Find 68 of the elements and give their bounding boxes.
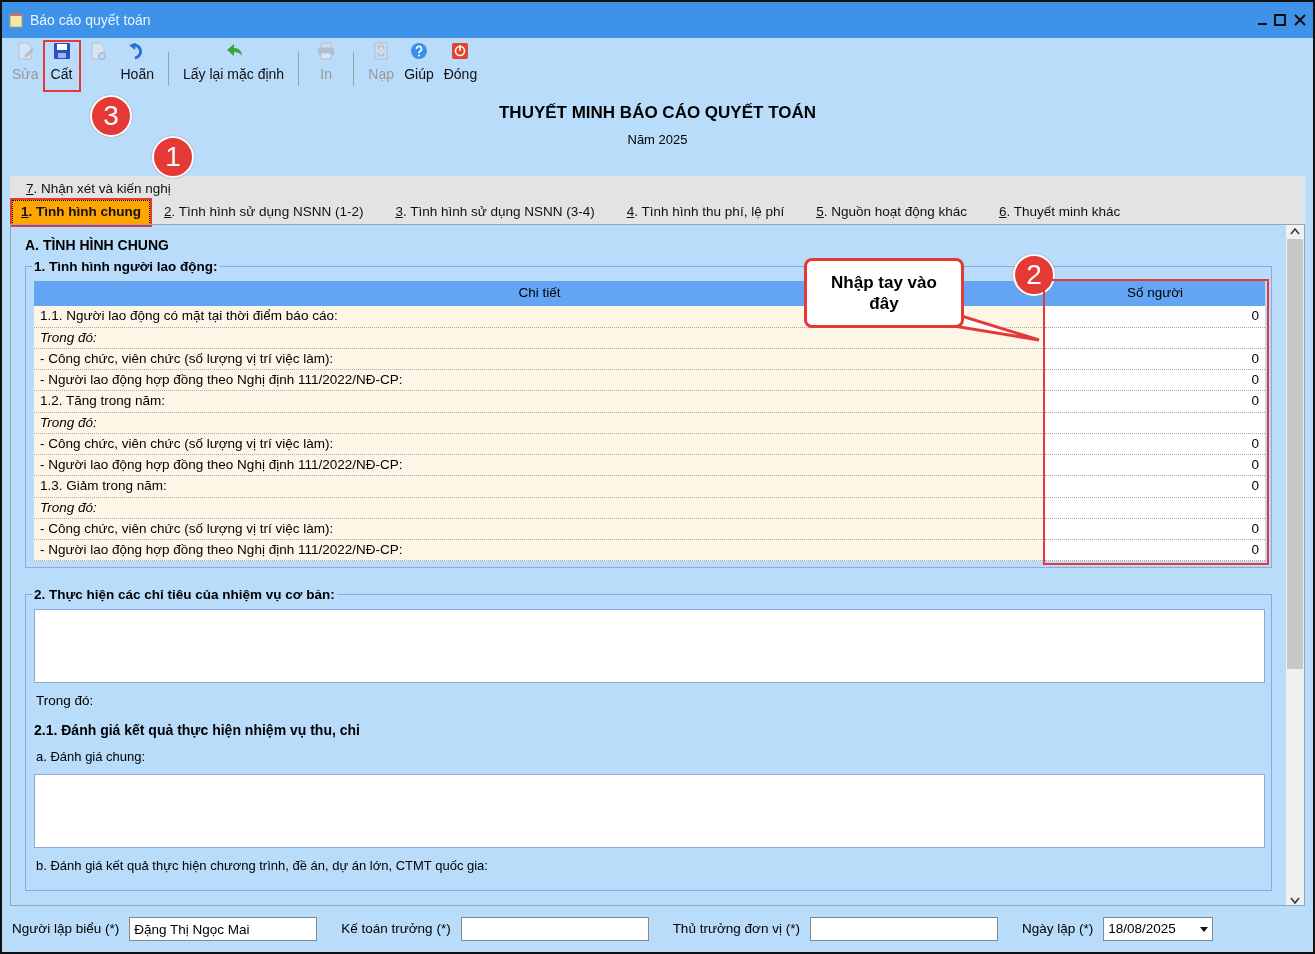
table-cell: - Người lao động hợp đồng theo Nghị định 111/2022/NĐ-CP: bbox=[34, 369, 1045, 391]
printer-icon bbox=[317, 42, 336, 60]
text-area[interactable] bbox=[34, 609, 1265, 684]
table-cell: - Công chức, viên chức (số lượng vị trí việc làm): bbox=[34, 348, 1045, 370]
table-cell: 1.2. Tăng trong năm: bbox=[34, 390, 1045, 413]
number-input[interactable]: 0 bbox=[1045, 369, 1265, 391]
close-icon bbox=[1293, 13, 1307, 27]
tab[interactable]: 5. Nguồn hoạt động khác bbox=[802, 201, 986, 224]
tab[interactable]: 7. Nhận xét và kiến nghị bbox=[12, 178, 189, 201]
number-input[interactable]: 0 bbox=[1045, 475, 1265, 498]
number-badge: 1 bbox=[152, 136, 194, 178]
table-cell: - Người lao động hợp đồng theo Nghị định 111/2022/NĐ-CP: bbox=[34, 454, 1045, 476]
reset-button[interactable]: Lấy lại mặc định bbox=[178, 42, 289, 90]
minimize-icon bbox=[1258, 23, 1267, 25]
field-label: b. Đánh giá kết quả thực hiện chương trình, đề án, dự án lớn, CTMT quốc gia: bbox=[36, 858, 488, 874]
edit-icon bbox=[16, 42, 35, 60]
section-title: A. TÌNH HÌNH CHUNG bbox=[25, 237, 169, 253]
refresh-icon bbox=[372, 42, 391, 60]
table-cell: - Người lao động hợp đồng theo Nghị định 111/2022/NĐ-CP: bbox=[34, 539, 1045, 561]
save-icon bbox=[52, 42, 71, 60]
delete-icon bbox=[88, 42, 107, 60]
notepad-icon bbox=[8, 12, 24, 28]
dropdown-icon bbox=[1200, 926, 1209, 932]
number-input[interactable]: 0 bbox=[1045, 454, 1265, 476]
table-cell: Trong đó: bbox=[34, 497, 1045, 519]
tab[interactable]: 6. Thuyết minh khác bbox=[985, 201, 1139, 224]
table-cell: - Công chức, viên chức (số lượng vị trí việc làm): bbox=[34, 433, 1045, 455]
tab[interactable]: 3. Tình hình sử dụng NSNN (3-4) bbox=[381, 201, 613, 224]
subheading: 2.1. Đánh giá kết quả thực hiện nhiệm vụ thu, chi bbox=[34, 721, 360, 738]
power-icon bbox=[451, 42, 470, 60]
number-badge: 3 bbox=[90, 95, 132, 137]
number-input[interactable]: 0 bbox=[1045, 390, 1265, 413]
table-cell: Trong đó: bbox=[34, 412, 1045, 434]
number-input[interactable]: 0 bbox=[1045, 348, 1265, 370]
scroll-thumb[interactable] bbox=[1287, 239, 1303, 669]
field-label: a. Đánh giá chung: bbox=[36, 748, 146, 764]
field-label: Kế toán trưởng (*) bbox=[341, 919, 451, 938]
scroll-down-icon bbox=[1290, 897, 1300, 905]
report-title: THUYẾT MINH BÁO CÁO QUYẾT TOÁN bbox=[499, 102, 816, 124]
field-label: Người lập biểu (*) bbox=[12, 919, 120, 938]
save-button[interactable]: Cất bbox=[44, 42, 79, 90]
help-icon bbox=[409, 42, 428, 60]
window-title: Báo cáo quyết toán bbox=[30, 10, 152, 30]
field-label: Thủ trưởng đơn vị (*) bbox=[672, 919, 800, 938]
text-field[interactable] bbox=[460, 917, 649, 941]
field-label: Ngày lập (*) bbox=[1021, 919, 1094, 938]
table-cell: - Công chức, viên chức (số lượng vị trí việc làm): bbox=[34, 518, 1045, 540]
tab[interactable]: 2. Tình hình sử dụng NSNN (1-2) bbox=[150, 201, 382, 224]
close-button[interactable]: Đóng bbox=[439, 42, 482, 90]
note-label: Trong đó: bbox=[36, 693, 94, 709]
number-input[interactable]: 0 bbox=[1045, 433, 1265, 455]
number-input[interactable]: 0 bbox=[1045, 518, 1265, 540]
scrollbar[interactable] bbox=[1286, 225, 1304, 905]
number-input[interactable]: 0 bbox=[1045, 539, 1265, 561]
help-button[interactable]: Giúp bbox=[400, 42, 438, 90]
text-field[interactable] bbox=[809, 917, 998, 941]
report-year: Năm 2025 bbox=[627, 130, 688, 149]
tab[interactable]: 1. Tình hình chung bbox=[12, 200, 150, 225]
undo-button[interactable]: Hoãn bbox=[116, 42, 158, 90]
date-picker[interactable]: 18/08/2025 bbox=[1103, 917, 1214, 941]
scroll-up-icon bbox=[1290, 227, 1300, 235]
maximize-icon bbox=[1273, 13, 1287, 27]
table-cell: 1.3. Giảm trong năm: bbox=[34, 475, 1045, 498]
text-area[interactable] bbox=[34, 774, 1265, 849]
number-input[interactable]: 0 bbox=[1045, 306, 1265, 328]
tab[interactable]: 4. Tình hình thu phí, lệ phí bbox=[612, 201, 803, 224]
column-header: Số người bbox=[1045, 281, 1265, 306]
text-field[interactable]: Đặng Thị Ngọc Mai bbox=[129, 917, 318, 941]
